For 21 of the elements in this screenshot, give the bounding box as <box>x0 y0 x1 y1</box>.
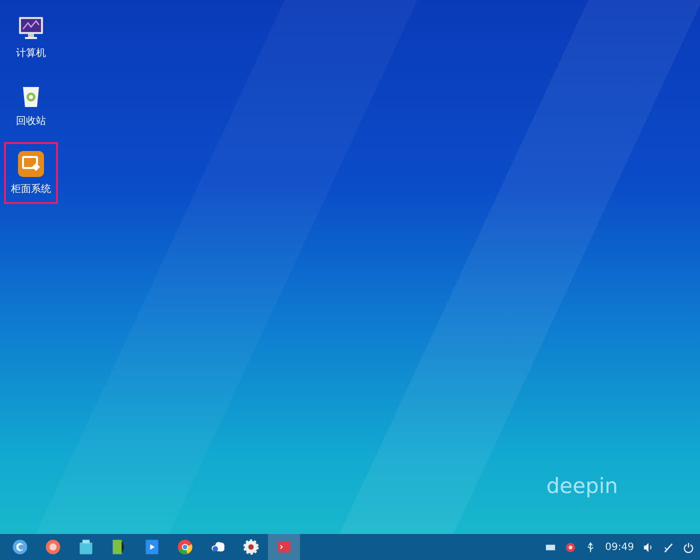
record-icon[interactable] <box>565 542 576 552</box>
usb-icon[interactable] <box>585 542 596 552</box>
icon-label: 回收站 <box>16 114 46 128</box>
browser-icon <box>176 538 194 556</box>
desktop-icon[interactable]: 柜面系统 <box>4 142 58 204</box>
record-icon <box>44 538 62 556</box>
icon-label: 计算机 <box>16 46 46 60</box>
bag-icon <box>77 538 95 556</box>
power-icon[interactable] <box>683 542 694 552</box>
monitor-icon <box>17 14 45 42</box>
icon-label: 柜面系统 <box>11 182 51 196</box>
gear-icon <box>242 538 260 556</box>
play-icon <box>143 538 161 556</box>
pen-icon[interactable] <box>663 542 674 552</box>
clock[interactable]: 09:49 <box>605 542 634 552</box>
desktop-icon[interactable]: 计算机 <box>4 6 58 68</box>
desktop-icon[interactable]: 回收站 <box>4 74 58 136</box>
volume-icon[interactable] <box>643 542 654 552</box>
swirl-icon <box>11 538 29 556</box>
app-icon <box>17 150 45 178</box>
wallpaper-logo: deepin <box>546 474 618 498</box>
